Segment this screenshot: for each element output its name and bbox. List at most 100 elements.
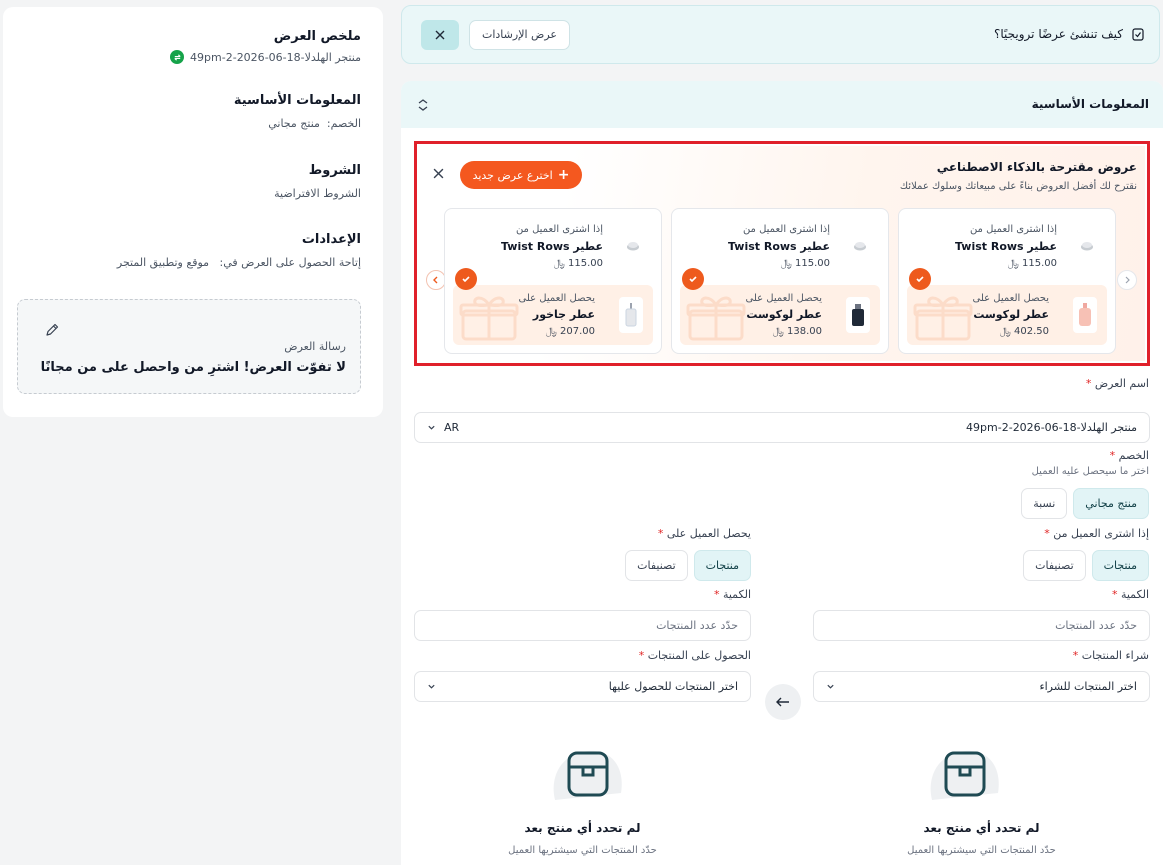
discount-label: الخصم *: [1109, 449, 1149, 462]
buy-quantity-input[interactable]: حدّد عدد المنتجات: [813, 610, 1150, 641]
perfume-image: [619, 297, 643, 333]
buy-categories-option[interactable]: تصنيفات: [1023, 550, 1086, 581]
selected-check-icon: [455, 268, 477, 290]
card-get-label: يحصل العميل على: [518, 293, 595, 304]
chevron-down-icon: [428, 425, 435, 430]
summary-availability: إتاحة الحصول على العرض في: موقع وتطبيق ا…: [116, 256, 361, 269]
gift-icon: [686, 293, 746, 341]
ring-product-icon: [852, 240, 868, 252]
summary-discount: الخصم: منتج مجاني: [268, 117, 361, 130]
card-get-section: يحصل العميل على عطر لوكوست 402.50 ﷼: [907, 285, 1107, 345]
summary-terms-value: الشروط الافتراضية: [274, 187, 361, 200]
guide-question: كيف تنشئ عرضًا ترويجيًا؟: [994, 27, 1123, 41]
carousel-next-button[interactable]: [1117, 270, 1137, 290]
offer-name-input[interactable]: منتجر الهلدلا-18-06-2026-2-49pm AR: [414, 412, 1150, 443]
buy-products-select[interactable]: اختر المنتجات للشراء: [813, 671, 1150, 702]
card-get-product: عطر لوكوست: [746, 308, 822, 321]
empty-get-subtitle: حدّد المنتجات التي سيشتريها العميل: [508, 845, 657, 856]
ai-offer-card[interactable]: إذا اشترى العميل من عطير Twist Rows 115.…: [444, 208, 662, 354]
get-type-toggle: منتجات تصنيفات: [625, 550, 751, 581]
summary-terms-title: الشروط: [308, 163, 361, 178]
ai-offer-card[interactable]: إذا اشترى العميل من عطير Twist Rows 115.…: [671, 208, 889, 354]
empty-buy-subtitle: حدّد المنتجات التي سيشتريها العميل: [907, 845, 1056, 856]
ai-title: عروض مقترحة بالذكاء الاصطناعي: [936, 160, 1137, 174]
section-header[interactable]: المعلومات الأساسية: [401, 81, 1163, 128]
close-guide-button[interactable]: [421, 20, 459, 50]
card-get-price: 207.00 ﷼: [545, 326, 595, 337]
buy-products-option[interactable]: منتجات: [1091, 550, 1149, 581]
guide-bar: كيف تنشئ عرضًا ترويجيًا؟ عرض الإرشادات: [401, 5, 1160, 64]
summary-offer-id: منتجر الهلدلا-18-06-2026-2-49pm: [190, 50, 361, 64]
card-buy-price: 115.00 ﷼: [553, 258, 603, 269]
offer-name-label: اسم العرض *: [1085, 377, 1149, 390]
summary-title: ملخص العرض: [273, 29, 361, 44]
discount-hint: اختر ما سيحصل عليه العميل: [1031, 466, 1149, 477]
ai-subtitle: نقترح لك أفضل العروض بناءً على مبيعاتك و…: [899, 181, 1137, 192]
get-quantity-input[interactable]: حدّد عدد المنتجات: [414, 610, 751, 641]
get-products-label: الحصول على المنتجات *: [638, 649, 751, 662]
carousel-prev-button[interactable]: [426, 270, 446, 290]
section-title: المعلومات الأساسية: [1031, 97, 1149, 111]
arrow-left-icon: [776, 697, 789, 707]
get-quantity-label: الكمية *: [713, 588, 751, 601]
card-buy-label: إذا اشترى العميل من: [969, 224, 1057, 235]
card-get-label: يحصل العميل على: [972, 293, 1049, 304]
gift-icon: [459, 293, 519, 341]
perfume-image: [1073, 297, 1097, 333]
offer-message-box[interactable]: رسالة العرض لا تفوّت العرض! اشترِ من واح…: [17, 299, 361, 394]
chevron-down-icon: [428, 684, 435, 689]
empty-buy-title: لم تحدد أي منتج بعد: [923, 821, 1040, 835]
get-on-label: يحصل العميل على *: [657, 527, 751, 540]
collapse-chevron-icon[interactable]: [417, 99, 429, 111]
gift-icon: [913, 293, 973, 341]
buy-from-label: إذا اشترى العميل من *: [1044, 527, 1149, 540]
card-buy-product: عطير Twist Rows: [500, 240, 603, 253]
empty-buy-box-icon: [920, 745, 1010, 805]
plus-icon: +: [557, 167, 570, 183]
buy-quantity-label: الكمية *: [1111, 588, 1149, 601]
ai-suggestions-panel: عروض مقترحة بالذكاء الاصطناعي نقترح لك أ…: [414, 141, 1150, 366]
summary-basic-title: المعلومات الأساسية: [233, 93, 361, 108]
card-buy-product: عطير Twist Rows: [727, 240, 830, 253]
chevron-down-icon: [827, 684, 834, 689]
ai-offer-card[interactable]: إذا اشترى العميل من عطير Twist Rows 115.…: [898, 208, 1116, 354]
card-get-section: يحصل العميل على عطر جاخور 207.00 ﷼: [453, 285, 653, 345]
close-ai-icon[interactable]: [433, 168, 444, 179]
summary-settings-title: الإعدادات: [301, 232, 361, 247]
card-get-label: يحصل العميل على: [745, 293, 822, 304]
card-buy-label: إذا اشترى العميل من: [742, 224, 830, 235]
card-buy-product: عطير Twist Rows: [954, 240, 1057, 253]
card-get-product: عطر لوكوست: [973, 308, 1049, 321]
perfume-image: [846, 297, 870, 333]
empty-get-title: لم تحدد أي منتج بعد: [524, 821, 641, 835]
create-new-offer-button[interactable]: + اخترع عرض جديد: [460, 161, 582, 189]
status-icon: [170, 50, 185, 64]
card-get-price: 138.00 ﷼: [772, 326, 822, 337]
message-text: لا تفوّت العرض! اشترِ من واحصل على من مج…: [40, 360, 346, 375]
selected-check-icon: [682, 268, 704, 290]
offer-name-value: منتجر الهلدلا-18-06-2026-2-49pm: [966, 421, 1137, 434]
card-get-product: عطر جاخور: [532, 308, 595, 321]
get-products-select[interactable]: اختر المنتجات للحصول عليها: [414, 671, 751, 702]
selected-check-icon: [909, 268, 931, 290]
get-products-option[interactable]: منتجات: [693, 550, 751, 581]
offer-summary-panel: ملخص العرض منتجر الهلدلا-18-06-2026-2-49…: [3, 7, 383, 417]
ring-product-icon: [625, 240, 641, 252]
clipboard-check-icon: [1131, 27, 1145, 41]
card-buy-label: إذا اشترى العميل من: [515, 224, 603, 235]
message-label: رسالة العرض: [284, 340, 346, 353]
get-categories-option[interactable]: تصنيفات: [625, 550, 688, 581]
swap-arrow-button[interactable]: [765, 684, 801, 720]
language-select[interactable]: AR: [427, 421, 459, 434]
edit-pencil-icon[interactable]: [44, 322, 60, 338]
buy-products-label: شراء المنتجات *: [1072, 649, 1149, 662]
percentage-option[interactable]: نسبة: [1021, 488, 1068, 519]
card-get-price: 402.50 ﷼: [999, 326, 1049, 337]
buy-type-toggle: منتجات تصنيفات: [1023, 550, 1149, 581]
free-product-option[interactable]: منتج مجاني: [1073, 488, 1149, 519]
show-guide-button[interactable]: عرض الإرشادات: [469, 20, 570, 50]
card-buy-price: 115.00 ﷼: [780, 258, 830, 269]
ring-product-icon: [1079, 240, 1095, 252]
card-buy-price: 115.00 ﷼: [1007, 258, 1057, 269]
card-get-section: يحصل العميل على عطر لوكوست 138.00 ﷼: [680, 285, 880, 345]
